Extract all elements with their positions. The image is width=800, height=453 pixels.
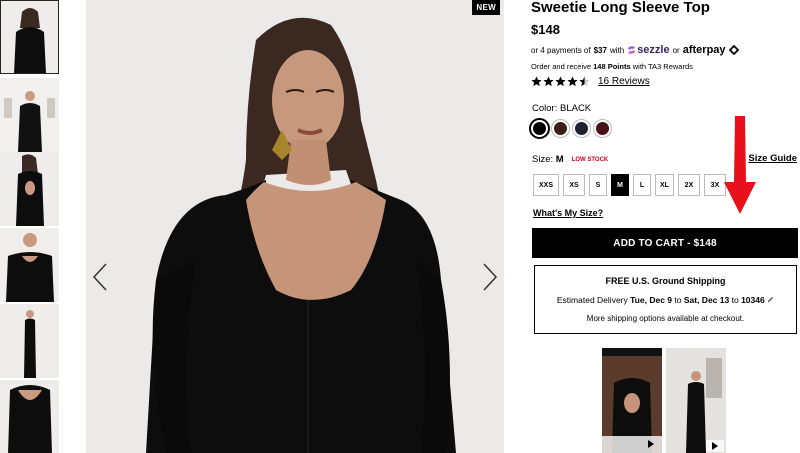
new-badge: NEW <box>472 0 500 15</box>
delivery-date-from: Tue, Dec 9 <box>630 295 673 305</box>
thumbnail-2[interactable] <box>0 78 59 152</box>
shipping-more-options: More shipping options available at check… <box>586 314 745 323</box>
color-label: Color: BLACK <box>532 103 591 114</box>
chevron-left-icon <box>92 263 107 291</box>
size-option-m[interactable]: M <box>611 174 629 196</box>
est-to-1: to <box>674 295 682 305</box>
sezzle-icon <box>628 46 636 54</box>
color-swatch-burgundy[interactable] <box>593 119 612 138</box>
size-option-xl[interactable]: XL <box>655 174 674 196</box>
thumbnail-1[interactable] <box>0 0 59 74</box>
color-swatch-navy[interactable] <box>572 119 591 138</box>
color-label-text: Color: <box>532 103 558 114</box>
sezzle-logo[interactable]: sezzle <box>627 44 670 56</box>
main-product-image[interactable]: NEW <box>86 0 504 453</box>
color-value: BLACK <box>559 103 592 114</box>
estimated-delivery: Estimated Delivery Tue, Dec 9 to Sat, De… <box>535 295 796 305</box>
whats-my-size-link[interactable]: What's My Size? <box>533 208 603 218</box>
star-icon <box>555 76 566 87</box>
size-options: XXS XS S M L XL 2X 3X <box>533 174 726 196</box>
color-swatch-black[interactable] <box>529 118 550 139</box>
ugc-video-1[interactable] <box>602 348 662 453</box>
size-option-xxs[interactable]: XXS <box>533 174 559 196</box>
sezzle-label: sezzle <box>637 44 670 56</box>
size-option-l[interactable]: L <box>633 174 651 196</box>
thumbnail-column <box>0 0 60 453</box>
est-prefix: Estimated Delivery <box>556 295 628 305</box>
installments-prefix: or 4 payments of <box>531 45 591 55</box>
edit-pencil-icon[interactable] <box>767 296 774 303</box>
product-title: Sweetie Long Sleeve Top <box>531 0 710 16</box>
installment-amount: $37 <box>593 45 607 55</box>
installments-or: or <box>672 45 680 55</box>
star-icon <box>579 76 590 87</box>
color-swatches <box>529 118 612 139</box>
rewards-points: 148 Points <box>593 62 631 71</box>
previous-image-arrow[interactable] <box>90 262 110 292</box>
product-price: $148 <box>531 22 560 37</box>
est-to-2: to <box>731 295 739 305</box>
size-option-2x[interactable]: 2X <box>677 174 700 196</box>
star-rating <box>531 76 590 87</box>
ugc-video-2[interactable] <box>666 348 726 453</box>
color-swatch-brown[interactable] <box>551 119 570 138</box>
thumbnail-4[interactable] <box>0 228 59 302</box>
add-to-cart-button[interactable]: ADD TO CART - $148 <box>532 228 798 258</box>
installments-with: with <box>609 45 625 55</box>
shipping-title: FREE U.S. Ground Shipping <box>605 276 726 286</box>
star-icon <box>531 76 542 87</box>
rewards-prefix: Order and receive <box>531 62 592 71</box>
afterpay-logo[interactable]: afterpay <box>683 44 740 56</box>
installments-info: or 4 payments of $37 with sezzle or afte… <box>531 44 740 56</box>
chevron-right-icon <box>483 263 498 291</box>
thumbnail-3[interactable] <box>0 152 59 226</box>
rewards-suffix: with TA3 Rewards <box>632 62 693 71</box>
star-icon <box>543 76 554 87</box>
afterpay-icon <box>728 45 739 55</box>
size-option-s[interactable]: S <box>589 174 607 196</box>
next-image-arrow[interactable] <box>480 262 500 292</box>
rewards-info: Order and receive 148 Points with TA3 Re… <box>531 62 693 71</box>
afterpay-label: afterpay <box>682 44 726 56</box>
size-option-xs[interactable]: XS <box>563 174 585 196</box>
thumbnail-6[interactable] <box>0 380 59 453</box>
low-stock-badge: LOW STOCK <box>571 156 609 163</box>
thumbnail-5[interactable] <box>0 304 59 378</box>
annotation-arrow-icon <box>724 116 756 214</box>
zip-code[interactable]: 10346 <box>741 295 765 305</box>
reviews-link[interactable]: 16 Reviews <box>598 76 650 87</box>
model-photo <box>86 0 504 453</box>
size-label-text: Size: <box>532 154 554 165</box>
shipping-info-box: FREE U.S. Ground Shipping Estimated Deli… <box>534 265 797 334</box>
size-value: M <box>555 154 564 165</box>
star-icon <box>567 76 578 87</box>
rating-row: 16 Reviews <box>531 76 650 87</box>
delivery-date-to: Sat, Dec 13 <box>683 295 730 305</box>
